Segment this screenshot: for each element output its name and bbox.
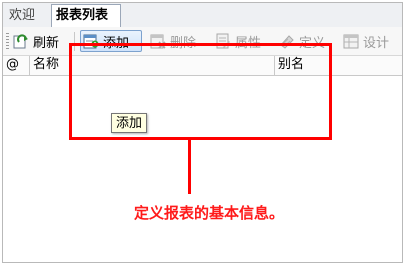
refresh-label: 刷新	[33, 35, 60, 51]
tab-report-list[interactable]: 报表列表	[51, 4, 121, 28]
design-icon	[343, 33, 359, 49]
design-label: 设计	[363, 35, 390, 51]
refresh-button[interactable]: 刷新	[11, 30, 61, 52]
annotation-connector-line	[188, 140, 191, 194]
toolbar-grip[interactable]	[6, 33, 9, 50]
refresh-icon	[13, 33, 29, 49]
column-header-marker[interactable]: @	[3, 56, 30, 75]
annotation-highlight-box	[69, 43, 332, 140]
design-button[interactable]: 设计	[341, 30, 391, 52]
tab-strip: 欢迎 报表列表	[3, 3, 402, 28]
annotation-text: 定义报表的基本信息。	[134, 204, 285, 222]
tab-welcome[interactable]: 欢迎	[5, 6, 47, 26]
